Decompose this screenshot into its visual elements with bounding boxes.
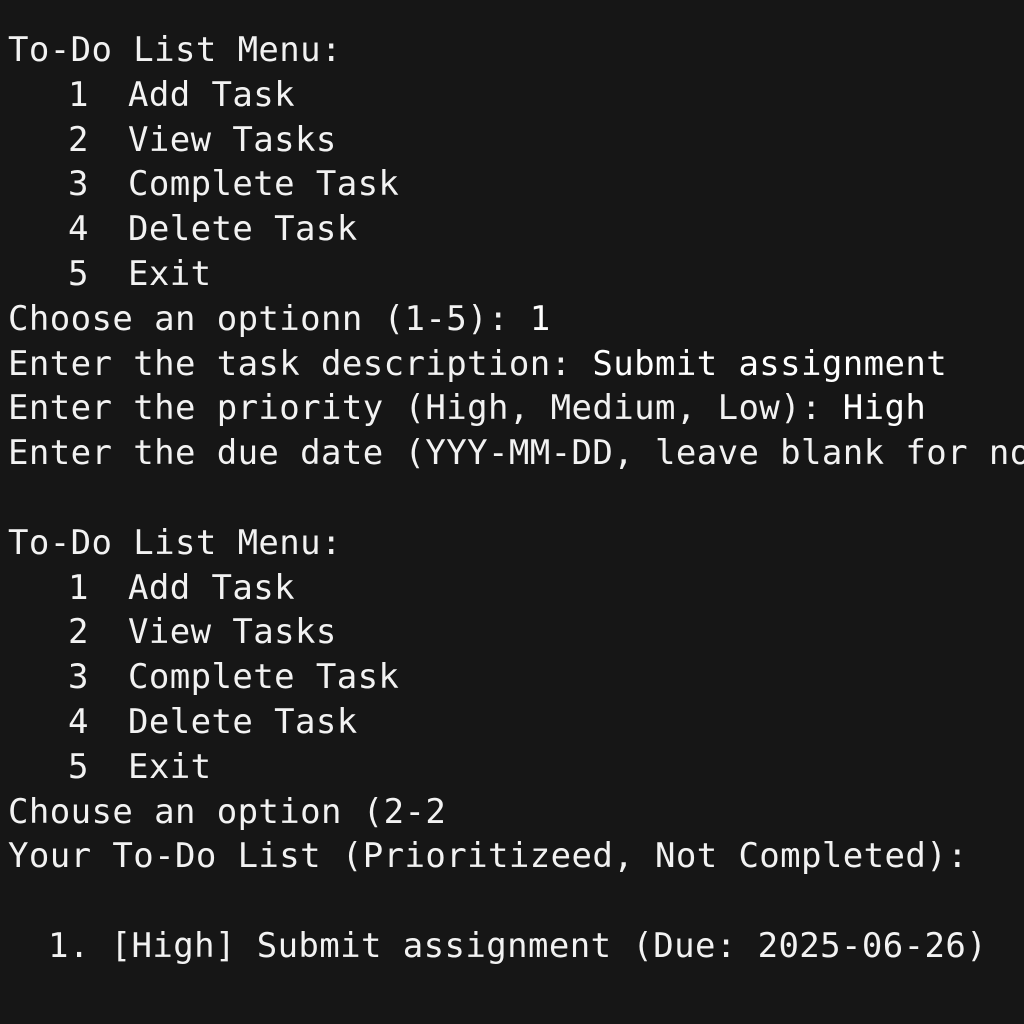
menu-item-view-tasks: 2 View Tasks (8, 118, 1024, 163)
menu-item-number: 1 (68, 74, 89, 115)
menu-item-label: View Tasks (128, 612, 337, 653)
menu-item-label: Delete Task (128, 209, 358, 250)
menu-item-exit: 5 Exit (8, 252, 1024, 297)
menu-item-label: Add Task (128, 567, 295, 608)
menu-item-complete-task: 3 Complete Task (8, 162, 1024, 207)
menu-item-number: 4 (68, 209, 89, 250)
menu-item-label: Delete Task (128, 701, 358, 742)
menu-item-number: 4 (68, 701, 89, 742)
description-input[interactable]: Submit assignment (571, 344, 947, 384)
menu-item-number: 3 (68, 164, 89, 205)
menu-item-exit: 5 Exit (8, 745, 1024, 790)
priority-prompt-line: Enter the priority (High, Medium, Low): … (8, 386, 1024, 431)
menu-item-label: Complete Task (128, 164, 400, 205)
menu-item-label: Complete Task (128, 657, 400, 698)
menu-title: To-Do List Menu: (8, 522, 342, 563)
due-date-prompt-line: Enter the due date (YYY-MM-DD, leave bla… (8, 431, 1024, 476)
option-prompt: Choose an optionn (1-5): (8, 298, 509, 339)
menu-item-number: 5 (68, 253, 89, 294)
menu-item-label: Add Task (128, 74, 295, 115)
option-prompt: Chouse an option (2-2 (8, 791, 447, 832)
priority-input[interactable]: High (822, 388, 926, 428)
menu-item-label: View Tasks (128, 119, 337, 160)
menu-item-label: Exit (128, 746, 212, 787)
option-prompt-line: Choose an optionn (1-5): 1 (8, 297, 1024, 342)
menu-item-delete-task: 4 Delete Task (8, 207, 1024, 252)
due-date-prompt: Enter the due date (YYY-MM-DD, leave bla… (8, 433, 1024, 474)
menu-item-number: 2 (68, 612, 89, 653)
menu-item-view-tasks: 2 View Tasks (8, 610, 1024, 655)
task-list-item: 1. [High] Submit assignment (Due: 2025-0… (48, 925, 988, 966)
menu-item-number: 1 (68, 567, 89, 608)
menu-item-label: Exit (128, 253, 212, 294)
menu-item-delete-task: 4 Delete Task (8, 700, 1024, 745)
option-input[interactable]: 1 (509, 299, 551, 339)
menu-item-number: 3 (68, 657, 89, 698)
menu-item-number: 2 (68, 119, 89, 160)
todo-list-heading: Your To-Do List (Prioritizeed, Not Compl… (8, 836, 969, 877)
priority-prompt: Enter the priority (High, Medium, Low): (8, 388, 822, 429)
option-prompt-line: Chouse an option (2-2 (8, 790, 1024, 835)
description-prompt: Enter the task description: (8, 343, 572, 384)
menu-item-add-task: 1 Add Task (8, 566, 1024, 611)
terminal-window[interactable]: To-Do List Menu: 1 Add Task 2 View Tasks 3… (0, 0, 1024, 1024)
menu-item-complete-task: 3 Complete Task (8, 655, 1024, 700)
menu-item-add-task: 1 Add Task (8, 73, 1024, 118)
menu-item-number: 5 (68, 746, 89, 787)
menu-title: To-Do List Menu: (8, 30, 342, 70)
description-prompt-line: Enter the task description: Submit assig… (8, 342, 1024, 387)
